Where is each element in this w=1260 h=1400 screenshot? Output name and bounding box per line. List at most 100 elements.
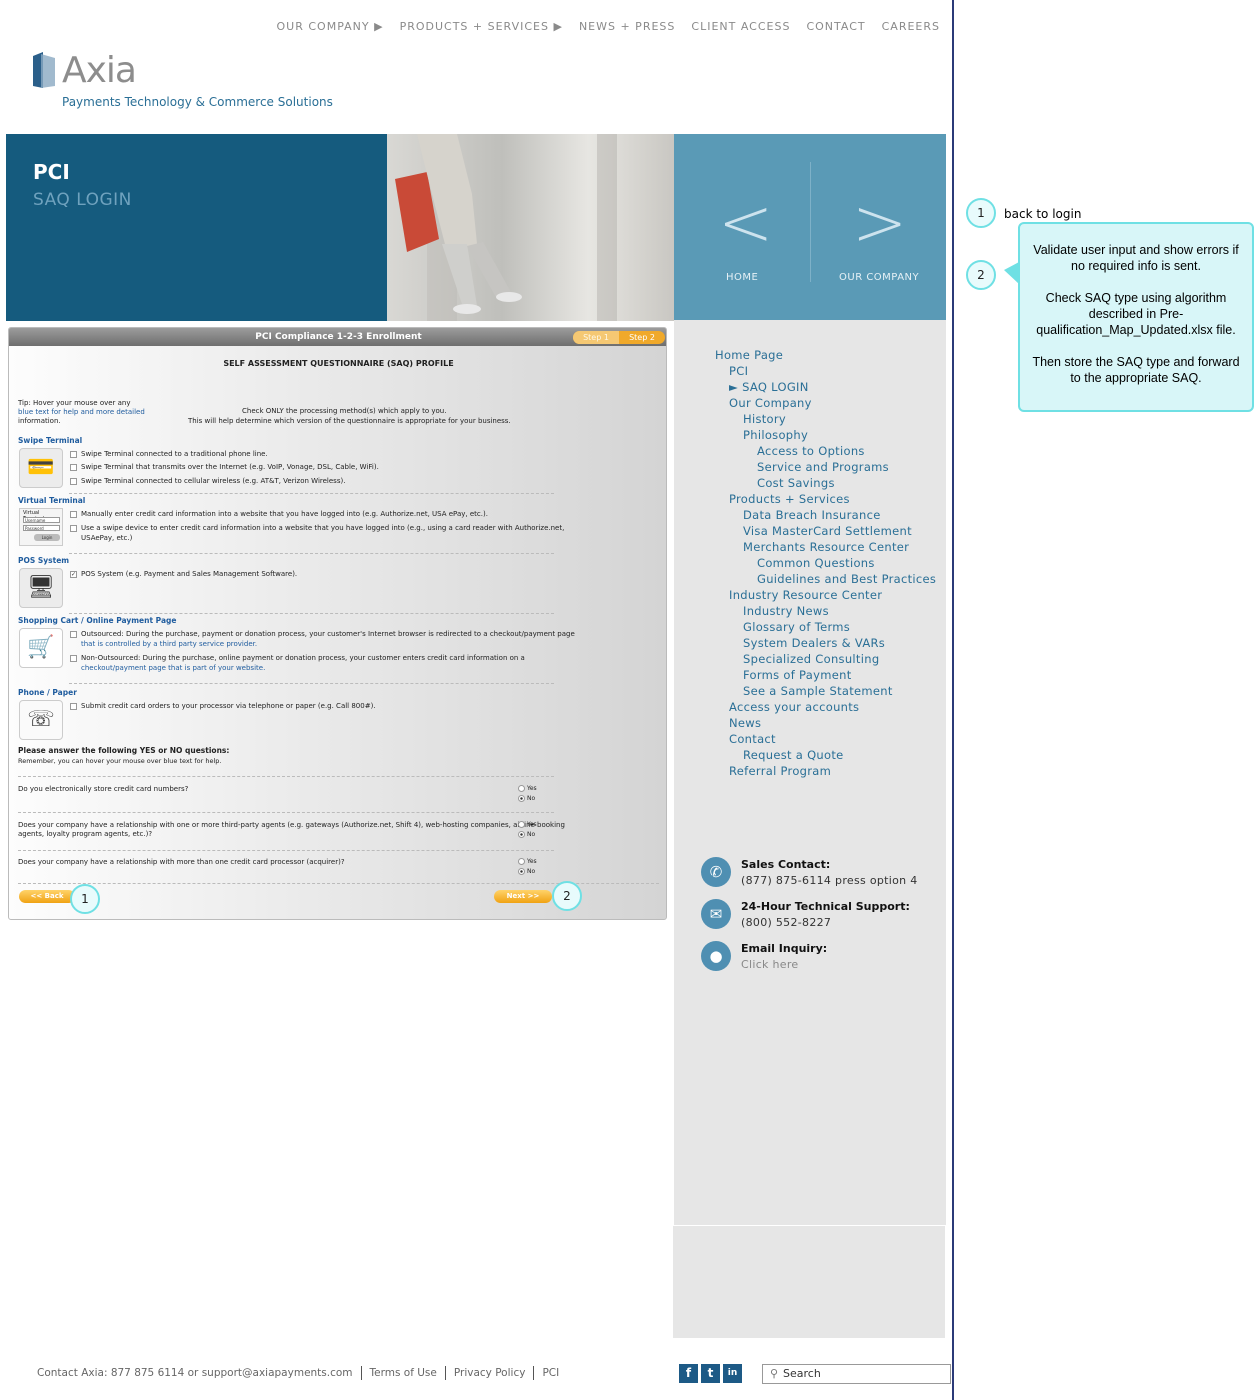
sidebar-item-guidelines[interactable]: Guidelines and Best Practices xyxy=(757,572,936,586)
step-1: Step 1 xyxy=(573,331,619,344)
vt-manual-checkbox[interactable] xyxy=(70,511,77,518)
q3-no-radio[interactable] xyxy=(518,868,525,875)
facebook-icon[interactable]: f xyxy=(679,1364,698,1383)
search-input[interactable]: Search xyxy=(762,1364,951,1384)
q1-yes-radio[interactable] xyxy=(518,785,525,792)
sidebar-item-access-to-options[interactable]: Access to Options xyxy=(757,444,865,458)
q2-no-radio[interactable] xyxy=(518,831,525,838)
q1-no-radio[interactable] xyxy=(518,795,525,802)
footer-privacy-link[interactable]: Privacy Policy xyxy=(454,1367,526,1379)
step-indicator: Step 1 Step 2 xyxy=(573,331,665,344)
pos-option-1: POS System (e.g. Payment and Sales Manag… xyxy=(81,570,298,578)
callout-pointer xyxy=(1004,262,1019,284)
vt-option-1: Manually enter credit card information i… xyxy=(81,510,488,518)
support-phone: (800) 552-8227 xyxy=(741,916,832,929)
nav-our-company[interactable]: OUR COMPANY ▶ xyxy=(277,20,384,33)
section-pos-system: POS System xyxy=(18,556,70,565)
sidebar-item-products-services[interactable]: Products + Services xyxy=(729,492,850,506)
sidebar-item-industry-news[interactable]: Industry News xyxy=(743,604,829,618)
divider xyxy=(18,850,554,851)
q2-yes-radio[interactable] xyxy=(518,821,525,828)
logo-mark-icon[interactable] xyxy=(33,50,57,90)
sidebar-item-data-breach-insurance[interactable]: Data Breach Insurance xyxy=(743,508,881,522)
swipe-internet-checkbox[interactable] xyxy=(70,464,77,471)
sidebar-item-contact[interactable]: Contact xyxy=(729,732,776,746)
nav-careers[interactable]: CAREERS xyxy=(882,20,940,33)
top-nav: OUR COMPANY ▶ PRODUCTS + SERVICES ▶ NEWS… xyxy=(277,20,940,33)
prev-arrow-icon[interactable]: < xyxy=(718,184,773,261)
sidebar-item-saq-login[interactable]: ► SAQ LOGIN xyxy=(729,380,809,394)
saq-form: PCI Compliance 1-2-3 Enrollment Step 1 S… xyxy=(8,327,667,920)
cart-option-2b: checkout/payment page that is part of yo… xyxy=(81,664,266,672)
pos-terminal-icon: 🖥 xyxy=(19,568,63,608)
sidebar-item-access-accounts[interactable]: Access your accounts xyxy=(729,700,859,714)
vt-password: Password xyxy=(23,525,60,531)
sidebar-item-specialized-consulting[interactable]: Specialized Consulting xyxy=(743,652,879,666)
linkedin-icon[interactable]: in xyxy=(723,1364,742,1383)
sidebar-item-merchants-resource-center[interactable]: Merchants Resource Center xyxy=(743,540,909,554)
next-arrow-icon[interactable]: > xyxy=(852,184,907,261)
sidebar-item-industry-resource-center[interactable]: Industry Resource Center xyxy=(729,588,882,602)
divider xyxy=(18,776,554,777)
back-button[interactable]: << Back xyxy=(19,890,75,903)
sidebar-item-cost-savings[interactable]: Cost Savings xyxy=(757,476,835,490)
swipe-phone-checkbox[interactable] xyxy=(70,451,77,458)
next-button[interactable]: Next >> xyxy=(494,890,552,903)
chat-icon: ✉ xyxy=(701,899,731,929)
q1-yes-label: Yes xyxy=(527,785,537,792)
sidebar-item-referral-program[interactable]: Referral Program xyxy=(729,764,831,778)
sidebar-item-request-quote[interactable]: Request a Quote xyxy=(743,748,844,762)
intro-line-1: Check ONLY the processing method(s) whic… xyxy=(242,407,447,415)
home-link[interactable]: HOME xyxy=(726,272,758,283)
pos-checkbox[interactable]: ✓ xyxy=(70,571,77,578)
nav-news-press[interactable]: NEWS + PRESS xyxy=(579,20,675,33)
sidebar-item-system-dealers[interactable]: System Dealers & VARs xyxy=(743,636,885,650)
sidebar-item-philosophy[interactable]: Philosophy xyxy=(743,428,808,442)
q2-no-label: No xyxy=(527,831,536,838)
phone-option-1: Submit credit card orders to your proces… xyxy=(81,702,376,710)
sidebar-item-our-company[interactable]: Our Company xyxy=(729,396,812,410)
q3-yes-radio[interactable] xyxy=(518,858,525,865)
page-title: PCI xyxy=(33,160,70,184)
nav-separator xyxy=(810,162,811,282)
email-inquiry-link[interactable]: Click here xyxy=(741,958,799,971)
sidebar-item-service-and-programs[interactable]: Service and Programs xyxy=(757,460,889,474)
sidebar-item-pci[interactable]: PCI xyxy=(729,364,748,378)
question-3: Does your company have a relationship wi… xyxy=(18,858,345,866)
sidebar-item-visa-mastercard-settlement[interactable]: Visa MasterCard Settlement xyxy=(743,524,912,538)
divider xyxy=(69,493,554,494)
footer-pci-link[interactable]: PCI xyxy=(542,1367,559,1379)
nav-contact[interactable]: CONTACT xyxy=(806,20,865,33)
footer-terms-link[interactable]: Terms of Use xyxy=(370,1367,437,1379)
our-company-link[interactable]: OUR COMPANY xyxy=(839,272,919,283)
footer-links: Contact Axia: 877 875 6114 or support@ax… xyxy=(37,1366,559,1380)
sidebar-item-glossary[interactable]: Glossary of Terms xyxy=(743,620,850,634)
swipe-cellular-checkbox[interactable] xyxy=(70,478,77,485)
sidebar-item-common-questions[interactable]: Common Questions xyxy=(757,556,875,570)
nav-client-access[interactable]: CLIENT ACCESS xyxy=(691,20,790,33)
sidebar-item-sample-statement[interactable]: See a Sample Statement xyxy=(743,684,893,698)
sidebar-item-history[interactable]: History xyxy=(743,412,786,426)
sidebar-item-forms-of-payment[interactable]: Forms of Payment xyxy=(743,668,852,682)
phone-paper-checkbox[interactable] xyxy=(70,703,77,710)
cart-outsourced-checkbox[interactable] xyxy=(70,631,77,638)
logo-wordmark[interactable]: Axia xyxy=(62,50,137,91)
vt-swipe-checkbox[interactable] xyxy=(70,525,77,532)
side-panel-bottom xyxy=(673,1226,945,1338)
divider xyxy=(69,613,554,614)
callout-paragraph-3: Then store the SAQ type and forward to t… xyxy=(1032,355,1240,385)
twitter-icon[interactable]: t xyxy=(701,1364,720,1383)
cart-option-2: Non-Outsourced: During the purchase, onl… xyxy=(81,654,525,662)
annotation-callout-2: Validate user input and show errors if n… xyxy=(1018,222,1254,412)
page-subtitle: SAQ LOGIN xyxy=(33,190,132,210)
divider xyxy=(69,553,554,554)
cart-nonoutsourced-checkbox[interactable] xyxy=(70,655,77,662)
nav-products-services[interactable]: PRODUCTS + SERVICES ▶ xyxy=(400,20,563,33)
divider-line xyxy=(952,0,954,1400)
sidebar-item-home-page[interactable]: Home Page xyxy=(715,348,783,362)
q3-no-label: No xyxy=(527,868,536,875)
q1-no-label: No xyxy=(527,795,536,802)
sidebar-item-news[interactable]: News xyxy=(729,716,761,730)
swipe-option-2: Swipe Terminal that transmits over the I… xyxy=(81,463,379,471)
sales-contact-title: Sales Contact: xyxy=(741,858,831,871)
